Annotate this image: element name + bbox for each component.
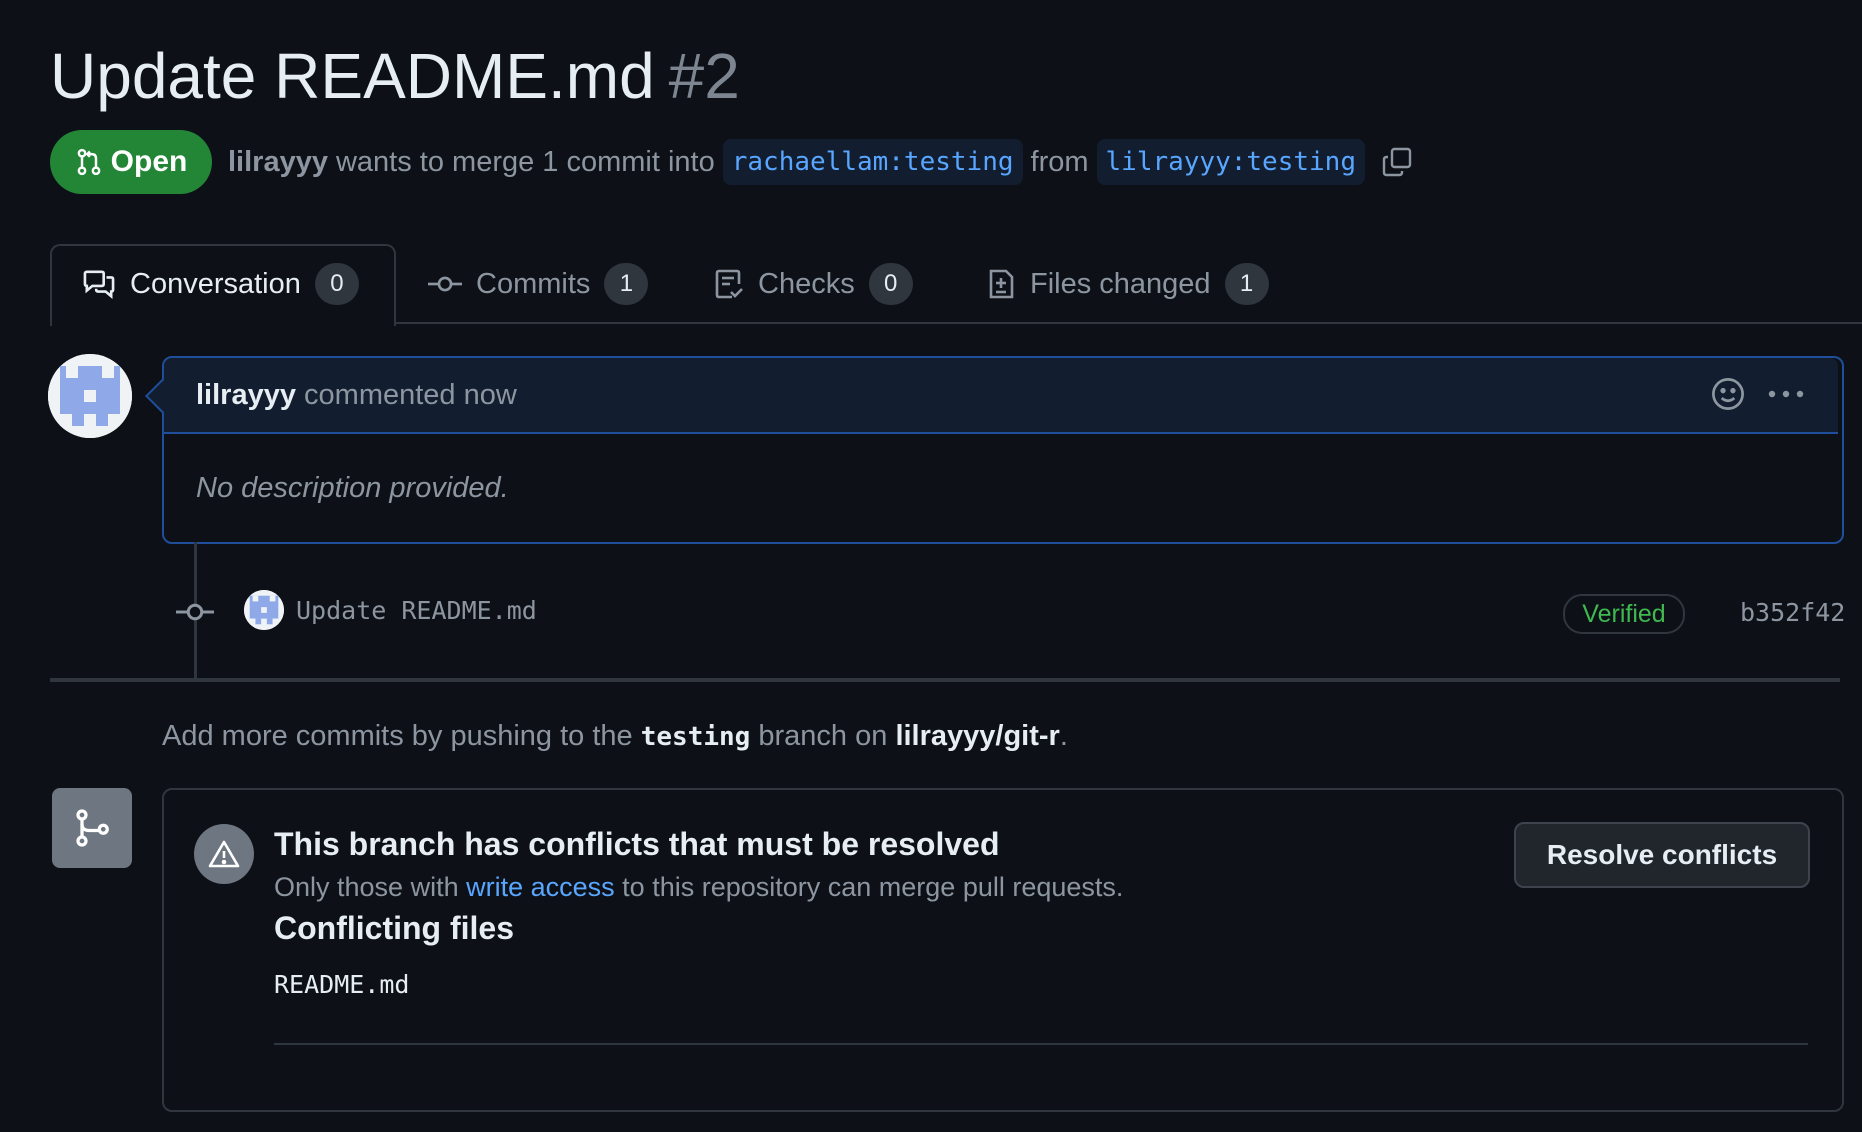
pr-state-badge: Open: [50, 130, 212, 194]
base-branch[interactable]: rachaellam:testing: [722, 139, 1023, 185]
tab-commits-count: 1: [604, 263, 649, 305]
tab-checks-count: 0: [868, 263, 913, 305]
conflict-sub-suffix: to this repository can merge pull reques…: [622, 872, 1124, 902]
push-note-middle: branch on: [758, 720, 888, 752]
from-text: from: [1030, 145, 1089, 178]
kebab-horizontal-icon[interactable]: [1766, 376, 1806, 412]
push-note-suffix: .: [1059, 720, 1068, 752]
pr-author-link[interactable]: lilrayyy: [228, 146, 328, 179]
tab-conversation[interactable]: Conversation 0: [82, 244, 359, 324]
git-commit-icon: [428, 274, 462, 294]
tab-files-changed-count: 1: [1224, 263, 1269, 305]
commit-sha-link[interactable]: b352f42: [1740, 596, 1845, 630]
comment-body: No description provided.: [196, 472, 509, 504]
comment-author[interactable]: lilrayyy: [196, 379, 296, 411]
tab-commits[interactable]: Commits 1: [428, 244, 649, 324]
conflict-title: This branch has conflicts that must be r…: [274, 826, 1000, 862]
pr-title-text: Update README.md: [50, 40, 655, 112]
tab-checks-label: Checks: [758, 267, 855, 300]
alert-icon: [208, 839, 240, 869]
comment-action: commented now: [304, 379, 517, 411]
timeline-divider: [50, 678, 1840, 682]
tab-checks[interactable]: Checks 0: [714, 244, 913, 324]
tab-commits-label: Commits: [476, 267, 591, 300]
alert-circle: [194, 824, 254, 884]
comment-meta: lilrayyy commented now: [196, 376, 517, 414]
git-pull-request-icon: [75, 147, 103, 177]
file-diff-icon: [986, 268, 1016, 300]
tab-files-changed-label: Files changed: [1030, 267, 1211, 300]
pr-title: Update README.md #2: [50, 36, 740, 116]
verified-badge[interactable]: Verified: [1563, 594, 1685, 634]
merge-box-divider: [274, 1043, 1808, 1045]
push-note-branch: testing: [640, 722, 751, 752]
copy-icon[interactable]: [1381, 146, 1413, 178]
push-note: Add more commits by pushing to the testi…: [162, 716, 1068, 757]
git-merge-icon-box: [52, 788, 132, 868]
write-access-link[interactable]: write access: [466, 872, 615, 902]
pr-merge-summary: lilrayyy wants to merge 1 commit into ra…: [228, 132, 1413, 192]
commit-author-avatar[interactable]: [244, 590, 284, 630]
comment-discussion-icon: [82, 269, 116, 299]
commit-message-link[interactable]: Update README.md: [296, 594, 537, 628]
resolve-conflicts-button[interactable]: Resolve conflicts: [1514, 822, 1810, 888]
conflicting-file: README.md: [274, 970, 410, 999]
tab-conversation-label: Conversation: [130, 267, 301, 300]
pr-number: #2: [668, 40, 740, 112]
smiley-icon[interactable]: [1710, 376, 1746, 412]
conflict-sub-prefix: Only those with: [274, 872, 459, 902]
conflicting-files-title: Conflicting files: [274, 910, 514, 946]
conflict-subtitle: Only those with write access to this rep…: [274, 868, 1123, 906]
tab-files-changed[interactable]: Files changed 1: [986, 244, 1269, 324]
merge-text: wants to merge 1 commit into: [335, 145, 715, 178]
git-commit-icon: [176, 598, 214, 626]
push-note-repo-link[interactable]: lilrayyy/git-r: [895, 720, 1059, 752]
checklist-icon: [714, 268, 744, 300]
head-branch[interactable]: lilrayyy:testing: [1096, 139, 1365, 185]
author-avatar[interactable]: [48, 354, 132, 438]
push-note-prefix: Add more commits by pushing to the: [162, 720, 633, 752]
pr-state-label: Open: [110, 145, 188, 178]
git-branch-icon: [72, 807, 112, 849]
tab-conversation-count: 0: [314, 263, 359, 305]
